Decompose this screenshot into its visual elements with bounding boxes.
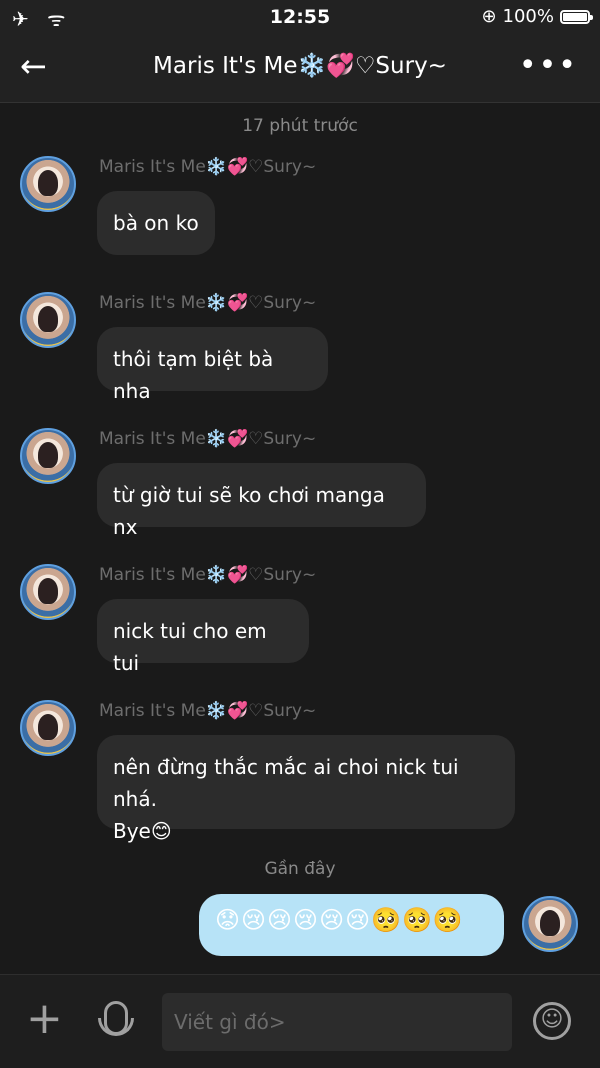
message-text: nên đừng thắc mắc ai choi nick tui nhá. <box>113 755 459 811</box>
message-text: từ giờ tui sẽ ko chơi manga nx <box>113 483 385 539</box>
microphone-icon[interactable] <box>98 1001 134 1036</box>
more-options-icon[interactable]: ••• <box>519 48 578 84</box>
chat-header: ← Maris It's Me❄️💞♡Sury~ ••• <box>0 34 600 103</box>
message-input[interactable] <box>162 993 512 1051</box>
sender-name: Maris It's Me❄️💞♡Sury~ <box>99 429 317 449</box>
input-bar: + ☺ <box>0 974 600 1068</box>
sender-name: Maris It's Me❄️💞♡Sury~ <box>99 157 317 177</box>
battery-percent: 100% <box>502 6 554 27</box>
sender-name: Maris It's Me❄️💞♡Sury~ <box>99 701 317 721</box>
message-bubble[interactable]: thôi tạm biệt bà nha <box>97 327 328 403</box>
message-bubble[interactable]: từ giờ tui sẽ ko chơi manga nx <box>97 463 426 539</box>
sender-avatar[interactable] <box>20 564 76 620</box>
message-text: bà on ko <box>113 211 199 235</box>
emoji-icon[interactable]: ☺ <box>533 1002 571 1040</box>
status-bar: ✈ ᯤ 12:55 ⊕ 100% <box>0 0 600 34</box>
message-text: Bye😊 <box>113 819 172 843</box>
sender-name: Maris It's Me❄️💞♡Sury~ <box>99 565 317 585</box>
message-bubble[interactable]: bà on ko <box>97 191 215 255</box>
sender-avatar[interactable] <box>20 700 76 756</box>
status-right: ⊕ 100% <box>481 6 593 27</box>
battery-icon <box>560 9 593 24</box>
my-avatar[interactable] <box>522 896 578 952</box>
plus-icon[interactable]: + <box>26 991 63 1047</box>
sender-name: Maris It's Me❄️💞♡Sury~ <box>99 293 317 313</box>
my-message-text: 😟😢😢😢😢😢🥺🥺🥺 <box>215 906 464 934</box>
timestamp: Gần đây <box>264 859 336 879</box>
message-text: nick tui cho em tui <box>113 619 267 675</box>
orientation-lock-icon: ⊕ <box>481 6 497 27</box>
timestamp: 17 phút trước <box>242 116 358 136</box>
sender-avatar[interactable] <box>20 428 76 484</box>
message-bubble[interactable]: nick tui cho em tui <box>97 599 309 675</box>
message-text: thôi tạm biệt bà nha <box>113 347 274 403</box>
back-arrow-icon[interactable]: ← <box>20 46 47 86</box>
sender-avatar[interactable] <box>20 292 76 348</box>
message-bubble[interactable]: nên đừng thắc mắc ai choi nick tui nhá. … <box>97 735 515 843</box>
my-message-bubble[interactable]: 😟😢😢😢😢😢🥺🥺🥺 <box>199 894 504 956</box>
sender-avatar[interactable] <box>20 156 76 212</box>
chat-title: Maris It's Me❄️💞♡Sury~ <box>153 53 447 79</box>
